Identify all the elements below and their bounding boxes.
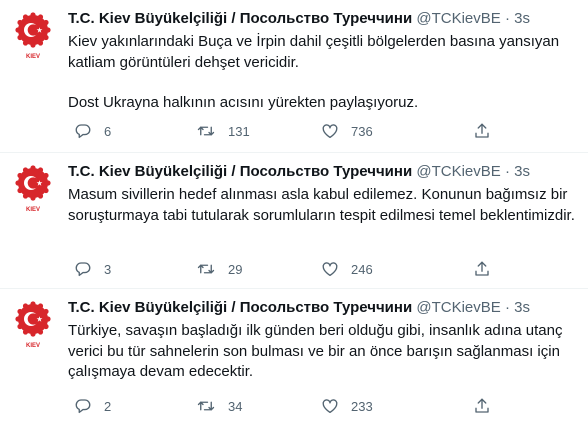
- tweet-text: Kiev yakınlarındaki Buça ve İrpin dahil …: [68, 32, 578, 114]
- tweet-text: Türkiye, savaşın başladığı ilk günden be…: [68, 321, 578, 383]
- retweet-icon: [197, 126, 215, 136]
- reply-button[interactable]: 2: [74, 395, 111, 417]
- separator-dot: ·: [504, 299, 510, 316]
- tweet-body: T.C. Kiev Büyükelçiliği / Посольство Тур…: [68, 298, 578, 383]
- retweet-count: 29: [228, 261, 243, 277]
- tweet-actions: 3 29 246: [68, 258, 568, 280]
- separator-dot: ·: [504, 10, 510, 27]
- like-button[interactable]: 233: [321, 395, 373, 417]
- retweet-icon: [197, 264, 215, 274]
- tweet-time[interactable]: 3s: [514, 299, 530, 316]
- tweet-text: Masum sivillerin hedef alınması asla kab…: [68, 185, 578, 226]
- avatar[interactable]: KIEV: [10, 161, 56, 217]
- tweet-paragraph: Dost Ukrayna halkının acısını yürekten p…: [68, 94, 419, 111]
- avatar[interactable]: KIEV: [10, 8, 56, 64]
- author-handle[interactable]: @TCKievBE: [416, 163, 500, 180]
- like-icon: [322, 124, 338, 139]
- tweet-actions: 2 34 233: [68, 395, 568, 417]
- tweet-time[interactable]: 3s: [514, 10, 530, 27]
- author-name[interactable]: T.C. Kiev Büyükelçiliği / Посольство Тур…: [68, 10, 412, 27]
- reply-icon: [75, 262, 91, 277]
- reply-button[interactable]: 6: [74, 120, 111, 142]
- retweet-count: 131: [228, 123, 250, 139]
- share-icon: [475, 398, 489, 413]
- tweet-actions: 6 131 736: [68, 120, 568, 142]
- tweet-body: T.C. Kiev Büyükelçiliği / Посольство Тур…: [68, 9, 578, 114]
- retweet-button[interactable]: 131: [196, 120, 250, 142]
- retweet-button[interactable]: 29: [196, 258, 242, 280]
- embassy-emblem-icon: KIEV: [15, 12, 51, 60]
- like-button[interactable]: 246: [321, 258, 373, 280]
- like-count: 233: [351, 398, 373, 414]
- embassy-emblem-icon: KIEV: [15, 301, 51, 349]
- share-icon: [475, 123, 489, 138]
- retweet-count: 34: [228, 398, 243, 414]
- author-handle[interactable]: @TCKievBE: [416, 299, 500, 316]
- svg-text:KIEV: KIEV: [26, 54, 40, 60]
- like-icon: [322, 399, 338, 414]
- retweet-button[interactable]: 34: [196, 395, 242, 417]
- tweet-paragraph: Masum sivillerin hedef alınması asla kab…: [68, 186, 575, 224]
- avatar[interactable]: KIEV: [10, 297, 56, 353]
- tweet-time[interactable]: 3s: [514, 163, 530, 180]
- embassy-emblem-icon: KIEV: [15, 165, 51, 213]
- share-button[interactable]: [473, 258, 491, 280]
- tweet-feed: KIEV T.C. Kiev Büyükelçiliği / Посольств…: [0, 0, 588, 427]
- like-count: 736: [351, 123, 373, 139]
- separator-dot: ·: [504, 163, 510, 180]
- tweet-header: T.C. Kiev Büyükelçiliği / Посольство Тур…: [68, 9, 578, 29]
- like-button[interactable]: 736: [321, 120, 373, 142]
- tweet-header: T.C. Kiev Büyükelçiliği / Посольство Тур…: [68, 162, 578, 182]
- tweet[interactable]: KIEV T.C. Kiev Büyükelçiliği / Посольств…: [0, 153, 588, 289]
- tweet-body: T.C. Kiev Büyükelçiliği / Посольство Тур…: [68, 162, 578, 226]
- reply-count: 2: [104, 398, 112, 414]
- author-name[interactable]: T.C. Kiev Büyükelçiliği / Посольство Тур…: [68, 163, 412, 180]
- tweet-paragraph: Türkiye, savaşın başladığı ilk günden be…: [68, 322, 563, 380]
- share-button[interactable]: [473, 395, 491, 417]
- share-button[interactable]: [473, 120, 491, 142]
- tweet-header: T.C. Kiev Büyükelçiliği / Посольство Тур…: [68, 298, 578, 318]
- author-handle[interactable]: @TCKievBE: [416, 10, 500, 27]
- tweet[interactable]: KIEV T.C. Kiev Büyükelçiliği / Посольств…: [0, 289, 588, 427]
- tweet[interactable]: KIEV T.C. Kiev Büyükelçiliği / Посольств…: [0, 0, 588, 153]
- share-icon: [475, 261, 489, 276]
- like-icon: [322, 262, 338, 277]
- author-name[interactable]: T.C. Kiev Büyükelçiliği / Посольство Тур…: [68, 299, 412, 316]
- retweet-icon: [197, 401, 215, 411]
- reply-count: 6: [104, 123, 112, 139]
- reply-icon: [75, 124, 91, 139]
- svg-text:KIEV: KIEV: [26, 207, 40, 213]
- like-count: 246: [351, 261, 373, 277]
- reply-button[interactable]: 3: [74, 258, 111, 280]
- reply-icon: [75, 399, 91, 414]
- svg-text:KIEV: KIEV: [26, 343, 40, 349]
- tweet-paragraph: Kiev yakınlarındaki Buça ve İrpin dahil …: [68, 33, 560, 71]
- reply-count: 3: [104, 261, 112, 277]
